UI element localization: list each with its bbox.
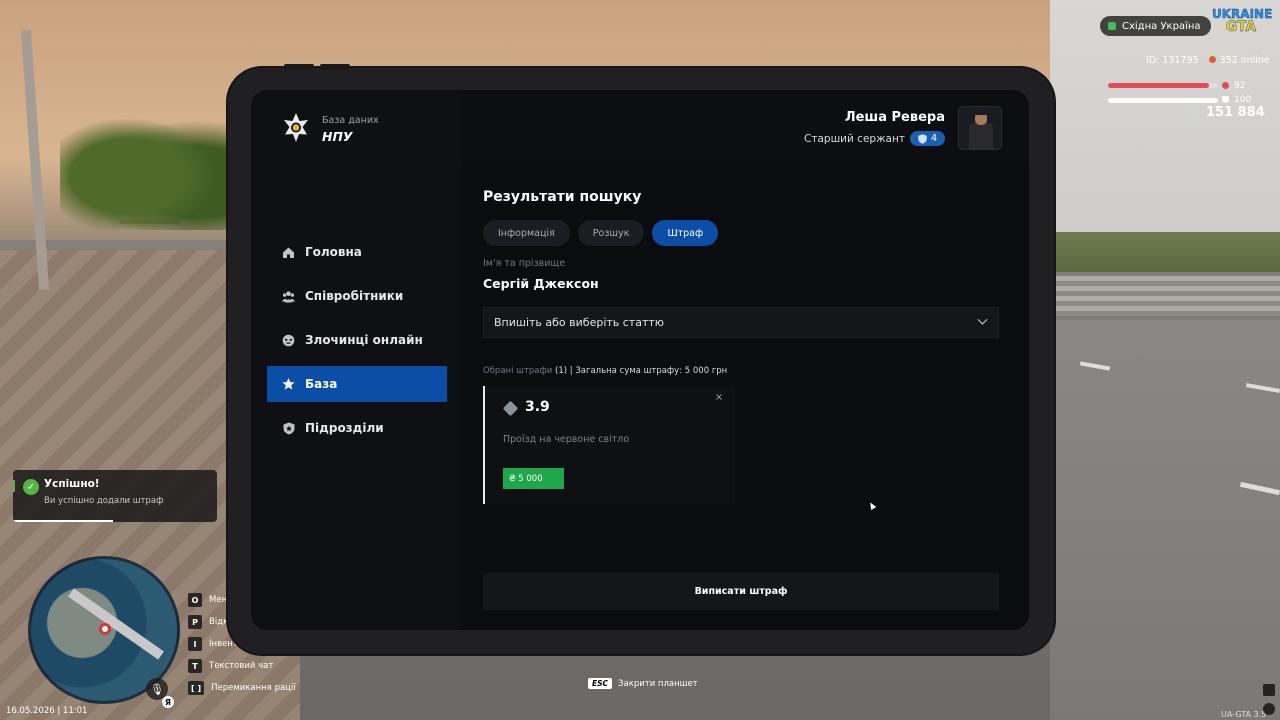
sidebar-nav: Головна Співробітники Злочинці онлайн Ба… xyxy=(267,234,447,454)
server-logo: UKRAINE GTA xyxy=(1212,7,1273,35)
date-time: 16.05.2026 | 11:01 xyxy=(6,706,88,716)
sidebar-item-home[interactable]: Головна xyxy=(267,234,447,270)
avatar xyxy=(958,106,1002,150)
rank-label: Старший сержант xyxy=(804,132,905,145)
police-star-icon xyxy=(284,113,308,142)
toast-message: Ви успішно додали штраф xyxy=(44,496,164,506)
money-value: 151 884 xyxy=(1206,105,1265,120)
user-name: Леша Ревера xyxy=(844,110,945,125)
toast-accent xyxy=(13,480,15,492)
esc-key: ESC xyxy=(588,678,613,689)
fine-card: 3.9 × Проїзд на червоне світло ₴ 5 000 xyxy=(483,386,735,504)
brand-title: НПУ xyxy=(322,129,353,144)
money-display: 151 884 xyxy=(1184,105,1265,120)
game-grass xyxy=(1050,232,1280,272)
tablet-button xyxy=(320,64,350,70)
sidebar-item-employees[interactable]: Співробітники xyxy=(267,278,447,314)
mask-icon xyxy=(282,334,295,347)
region-label: Східна Україна xyxy=(1122,20,1201,32)
star-icon xyxy=(282,377,295,391)
sidebar-item-label: Злочинці онлайн xyxy=(305,333,423,347)
article-select[interactable]: Впишіть або виберіть статтю xyxy=(483,307,999,338)
close-tablet-hint: ESC Закрити планшет xyxy=(588,678,698,689)
health-bar xyxy=(1108,83,1218,88)
close-tablet-label: Закрити планшет xyxy=(618,678,698,689)
toast-title: Успішно! xyxy=(44,478,100,490)
sidebar-item-criminals-online[interactable]: Злочинці онлайн xyxy=(267,322,447,358)
armor-shield-icon xyxy=(1222,96,1229,103)
region-shield-icon xyxy=(1108,22,1116,30)
rank-badge: 4 xyxy=(909,131,945,146)
game-guardrail xyxy=(1050,276,1280,316)
sidebar-item-database[interactable]: База xyxy=(267,366,447,402)
online-icon xyxy=(1208,56,1216,63)
tab-wanted[interactable]: Розшук xyxy=(577,220,645,246)
fine-amount: ₴ 5 000 xyxy=(503,468,564,489)
minimap-road xyxy=(68,588,164,660)
sidebar-item-units[interactable]: Підрозділи xyxy=(267,410,447,446)
sidebar-item-label: Підрозділи xyxy=(305,421,384,435)
close-icon[interactable]: × xyxy=(715,392,723,403)
armor-bar xyxy=(1108,98,1218,103)
tab-information[interactable]: Інформація xyxy=(483,220,570,246)
success-toast: ✓ Успішно! Ви успішно додали штраф xyxy=(13,470,217,522)
player-info: ID: 131795 352 online xyxy=(1146,55,1270,66)
people-icon xyxy=(282,290,295,303)
issue-fine-button[interactable]: Виписати штраф xyxy=(483,573,999,610)
settings-icon xyxy=(1263,703,1275,715)
tag-icon xyxy=(502,400,519,417)
region-indicator: Східна Україна xyxy=(1100,16,1211,36)
health-value: 92 xyxy=(1234,81,1246,91)
mic-toggle-icon xyxy=(1263,684,1275,696)
main-panel: Леша Ревера Старший сержант 4 Результати… xyxy=(461,90,1029,630)
game-road xyxy=(1050,320,1280,720)
shield-icon xyxy=(282,422,295,435)
check-icon: ✓ xyxy=(23,479,39,495)
rank-shield-icon xyxy=(918,133,927,144)
article-select-placeholder: Впишіть або виберіть статтю xyxy=(494,316,665,329)
tab-fine[interactable]: Штраф xyxy=(652,220,719,246)
keybind-row: [ ] Перемикання рації xyxy=(188,677,296,699)
version-label: UA-GTA 3.5 xyxy=(1221,710,1267,719)
tablet-screen: База даних НПУ Головна Співробітники Зло… xyxy=(251,90,1029,630)
armor-value: 100 xyxy=(1234,95,1252,105)
brand-subtitle: База даних xyxy=(322,115,379,126)
sidebar-item-label: База xyxy=(305,377,338,391)
full-name-value: Сергій Джексон xyxy=(483,276,599,291)
user-rank: Старший сержант 4 xyxy=(804,131,945,146)
cash-icon xyxy=(1184,105,1202,120)
full-name-label: Ім'я та прізвище xyxy=(483,258,566,269)
sidebar: База даних НПУ Головна Співробітники Зло… xyxy=(251,90,461,630)
page-title: Результати пошуку xyxy=(483,189,642,205)
home-icon xyxy=(282,246,295,259)
trees xyxy=(60,110,230,230)
heart-icon xyxy=(1222,82,1229,89)
player-id: ID: 131795 xyxy=(1146,55,1199,66)
player-location-icon xyxy=(99,623,111,635)
chevron-down-icon xyxy=(977,314,988,325)
result-tabs: Інформація Розшук Штраф xyxy=(483,220,719,246)
sidebar-item-label: Співробітники xyxy=(305,289,404,303)
fine-article: 3.9 xyxy=(525,399,550,415)
voice-language: Я xyxy=(162,696,174,708)
fine-description: Проїзд на червоне світло xyxy=(503,434,630,445)
sidebar-item-label: Головна xyxy=(305,245,362,259)
keybind-row: T Текстовий чат xyxy=(188,655,296,677)
tablet-button xyxy=(284,64,314,70)
fines-summary: Обрані штрафи (1) | Загальна сума штрафу… xyxy=(483,366,728,376)
search-results: Результати пошуку Інформація Розшук Штра… xyxy=(461,162,1029,630)
online-count: 352 online xyxy=(1208,55,1270,66)
toast-progress xyxy=(13,520,113,522)
